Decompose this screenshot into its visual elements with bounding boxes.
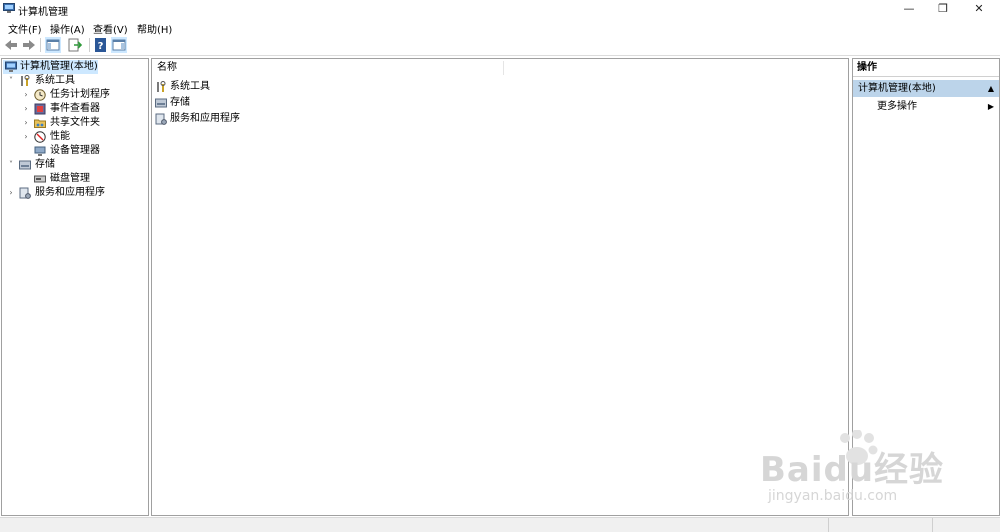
tree-item-services-apps[interactable]: › 服务和应用程序 [2,186,142,200]
column-header-name[interactable]: 名称 [152,59,848,77]
actions-section-header[interactable]: 计算机管理(本地) ▲ [853,80,999,97]
tree-item-disk-management[interactable]: 磁盘管理 [2,172,142,186]
chevron-right-icon[interactable]: › [21,88,31,102]
tree-item-task-scheduler[interactable]: › 任务计划程序 [2,88,142,102]
chevron-right-icon[interactable]: › [6,186,16,200]
actions-section-label: 计算机管理(本地) [858,83,936,94]
tree-item-label: 系统工具 [35,75,75,86]
storage-icon [155,98,167,108]
tree-item-root[interactable]: 计算机管理(本地) [3,60,98,74]
collapse-up-icon[interactable]: ▲ [988,80,994,97]
tree-item-storage[interactable]: ˅ 存储 [2,158,142,172]
submenu-arrow-icon[interactable]: ▶ [988,99,994,115]
tree-item-label: 计算机管理(本地) [20,61,98,72]
services-icon [155,113,167,125]
svg-text:?: ? [98,41,104,52]
menu-file[interactable]: 文件(F) [8,21,42,36]
performance-icon [34,131,46,143]
export-list-icon[interactable] [67,37,83,53]
title-bar: 计算机管理 — ❐ ✕ [0,0,1000,18]
menu-action[interactable]: 操作(A) [50,21,85,36]
watermark-brand: Baidu经验 [760,450,945,490]
tree-item-label: 磁盘管理 [50,173,90,184]
toolbar-separator [40,38,41,52]
column-divider[interactable] [503,61,504,75]
tree-item-label: 存储 [35,159,55,170]
event-viewer-icon [34,103,46,115]
tree-item-label: 事件查看器 [50,103,100,114]
shared-folder-icon [34,119,46,128]
list-item-label: 系统工具 [170,81,210,92]
list-view: 名称 系统工具 存储 服务和应用程序 [151,58,849,516]
tree-item-system-tools[interactable]: ˅ 系统工具 [2,74,142,88]
watermark-url: jingyan.baidu.com [768,488,898,504]
status-divider [932,518,933,532]
toolbar-separator [89,38,90,52]
console-tree: 计算机管理(本地) ˅ 系统工具 › 任务计划程序 › 事件查看器 › 共享文件… [1,58,149,516]
chevron-right-icon[interactable]: › [21,102,31,116]
tree-item-label: 性能 [50,131,70,142]
column-header-label: 名称 [157,62,177,73]
tree-item-event-viewer[interactable]: › 事件查看器 [2,102,142,116]
tree-item-label: 设备管理器 [50,145,100,156]
close-button[interactable]: ✕ [962,0,996,18]
menu-view[interactable]: 查看(V) [93,21,128,36]
tree-item-shared-folders[interactable]: › 共享文件夹 [2,116,142,130]
tools-icon [157,81,166,92]
tools-icon [21,75,30,86]
storage-icon [19,160,31,170]
tree-item-label: 任务计划程序 [50,89,110,100]
actions-title: 操作 [853,59,999,77]
computer-management-icon [3,3,15,13]
chevron-down-icon[interactable]: ˅ [6,158,16,172]
menu-bar: 文件(F) 操作(A) 查看(V) 帮助(H) [0,18,1000,36]
list-item-label: 服务和应用程序 [170,113,240,124]
menu-help[interactable]: 帮助(H) [137,21,172,36]
computer-management-icon [5,61,17,72]
chevron-down-icon[interactable]: ˅ [6,74,16,88]
restore-button[interactable]: ❐ [926,0,960,18]
minimize-button[interactable]: — [892,0,926,18]
forward-icon[interactable] [21,37,37,53]
tree-item-device-manager[interactable]: 设备管理器 [2,144,142,158]
chevron-right-icon[interactable]: › [21,116,31,130]
show-hide-action-pane-icon[interactable] [111,37,127,53]
baidu-watermark: Baidu经验 jingyan.baidu.com [760,430,960,510]
help-icon[interactable]: ? [93,37,109,53]
tree-item-performance[interactable]: › 性能 [2,130,142,144]
disk-icon [34,175,46,183]
more-actions-item[interactable]: 更多操作 [877,99,917,115]
device-manager-icon [34,146,46,156]
tree-item-label: 服务和应用程序 [35,187,105,198]
status-bar [0,517,1000,532]
toolbar: ? [0,35,1000,56]
window-title: 计算机管理 [18,7,68,18]
list-item-label: 存储 [170,97,190,108]
services-icon [19,187,31,199]
chevron-right-icon[interactable]: › [21,130,31,144]
status-divider [828,518,829,532]
tree-item-label: 共享文件夹 [50,117,100,128]
back-icon[interactable] [3,37,19,53]
clock-icon [34,89,46,101]
show-hide-console-tree-icon[interactable] [45,37,61,53]
